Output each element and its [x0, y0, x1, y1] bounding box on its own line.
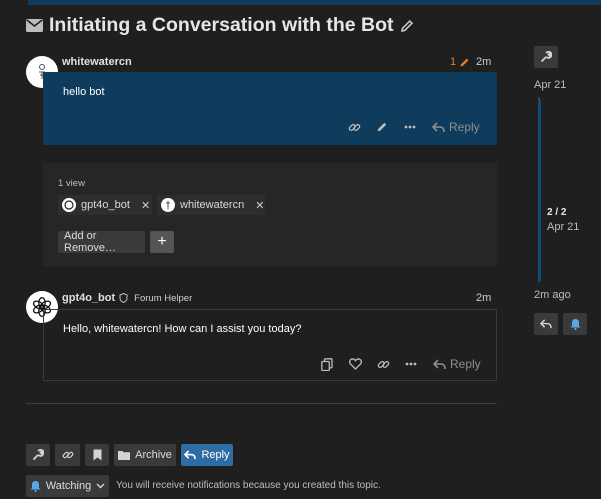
reply-label: Reply: [201, 449, 230, 461]
link-icon: [62, 449, 74, 461]
more-icon[interactable]: [396, 117, 424, 137]
header-strip: [28, 0, 601, 5]
user-title-badge: Forum Helper: [134, 292, 193, 304]
edit-count: 1: [450, 56, 457, 68]
reply-button[interactable]: Reply: [432, 120, 480, 134]
share-link-button[interactable]: [55, 444, 80, 466]
archive-button[interactable]: Archive: [114, 444, 176, 466]
copy-icon[interactable]: [313, 354, 341, 374]
post-username[interactable]: whitewatercn: [62, 56, 132, 68]
post-actions: Reply: [313, 354, 481, 374]
reply-label: Reply: [449, 120, 480, 134]
folder-icon: [118, 450, 131, 460]
post-author-row: gpt4o_bot Forum Helper: [62, 292, 192, 304]
post-username[interactable]: gpt4o_bot: [62, 292, 115, 304]
post-time[interactable]: 2m: [476, 292, 491, 304]
timeline-progress-date: Apr 21: [547, 221, 580, 233]
reply-arrow-icon: [433, 358, 446, 370]
edit-history-indicator[interactable]: 1: [450, 56, 470, 68]
link-icon[interactable]: [369, 354, 397, 374]
reply-arrow-icon: [184, 450, 197, 460]
wrench-icon: [540, 51, 552, 63]
link-icon[interactable]: [340, 117, 368, 137]
bell-icon: [30, 480, 41, 492]
bookmark-icon: [93, 449, 102, 461]
envelope-icon: [26, 19, 43, 32]
reply-arrow-icon: [540, 319, 552, 329]
timeline-notifications-button[interactable]: [563, 313, 587, 335]
add-participant-button[interactable]: +: [150, 231, 174, 253]
participant-name: whitewatercn: [180, 199, 245, 211]
participant-name: gpt4o_bot: [81, 199, 130, 211]
add-remove-button[interactable]: Add or Remove…: [58, 230, 145, 254]
bot-avatar-icon: [62, 198, 76, 212]
post-actions: Reply: [340, 117, 480, 137]
timeline-admin-button[interactable]: [534, 46, 558, 68]
reply-button[interactable]: Reply: [181, 444, 233, 466]
reply-label: Reply: [450, 357, 481, 371]
post-text: hello bot: [63, 86, 105, 98]
more-icon[interactable]: [397, 354, 425, 374]
timeline-progress[interactable]: 2 / 2: [547, 207, 566, 218]
remove-icon[interactable]: ✕: [141, 199, 150, 212]
reply-arrow-icon: [432, 121, 445, 133]
pencil-icon: [459, 57, 470, 68]
pencil-icon[interactable]: [400, 19, 414, 33]
bell-icon: [570, 318, 581, 330]
timeline-scroller-bar[interactable]: [538, 100, 541, 282]
page-title[interactable]: Initiating a Conversation with the Bot: [49, 14, 394, 37]
timeline-reply-button[interactable]: [534, 313, 558, 335]
shield-icon: [119, 293, 128, 303]
remove-icon[interactable]: ✕: [255, 199, 264, 212]
wrench-icon: [32, 449, 44, 461]
participant-chip[interactable]: whitewatercn ✕: [157, 195, 265, 215]
bookmark-button[interactable]: [85, 444, 109, 466]
watching-label: Watching: [45, 480, 92, 492]
reply-button[interactable]: Reply: [433, 357, 481, 371]
timeline-start-date[interactable]: Apr 21: [534, 79, 566, 91]
topic-title-row: Initiating a Conversation with the Bot: [26, 14, 414, 37]
pencil-icon[interactable]: [368, 117, 396, 137]
admin-wrench-button[interactable]: [26, 444, 50, 466]
timeline-last-activity[interactable]: 2m ago: [534, 289, 571, 301]
archive-label: Archive: [135, 449, 172, 461]
notification-description: You will receive notifications because y…: [116, 480, 381, 491]
notification-level-dropdown[interactable]: Watching: [26, 475, 109, 497]
participant-chip[interactable]: gpt4o_bot ✕: [58, 195, 152, 215]
chevron-down-icon: [96, 483, 105, 489]
heart-icon[interactable]: [341, 354, 369, 374]
post-text: Hello, whitewatercn! How can I assist yo…: [63, 323, 302, 335]
divider: [26, 403, 497, 404]
post-time[interactable]: 2m: [476, 56, 491, 68]
user-avatar-icon: [161, 198, 175, 212]
view-count: 1 view: [58, 178, 85, 189]
